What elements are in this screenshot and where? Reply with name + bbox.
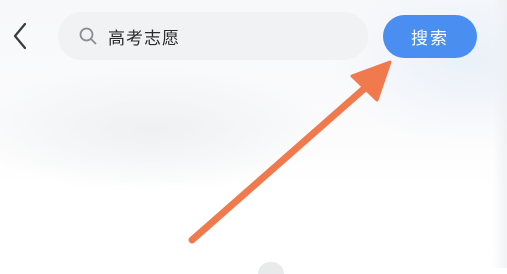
chevron-left-icon <box>13 22 27 50</box>
search-input[interactable] <box>108 21 348 51</box>
edge-shade <box>493 0 507 268</box>
search-icon <box>79 27 97 45</box>
search-button[interactable]: 搜索 <box>383 15 477 58</box>
search-bar[interactable] <box>58 12 368 60</box>
back-button[interactable] <box>6 20 34 52</box>
